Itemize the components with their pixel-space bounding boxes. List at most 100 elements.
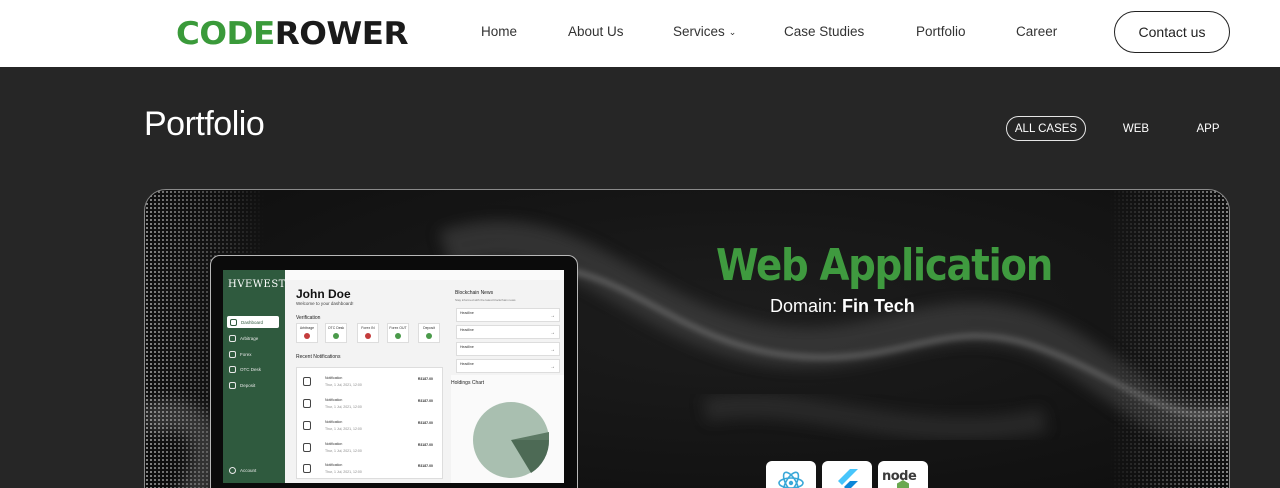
logo-part-rower: ROWER (274, 16, 409, 52)
domain-value: Fin Tech (842, 296, 915, 316)
mock-nav-label: OTC Desk (240, 367, 262, 372)
mock-brand: HVEWEST (228, 279, 286, 290)
otc-icon (229, 366, 236, 373)
mock-nav-account: Account (229, 467, 256, 474)
mock-nav-label: Arbitrage (240, 336, 259, 341)
mock-notif-title: Notification (325, 463, 343, 467)
arrow-right-icon: → (550, 330, 555, 336)
filter-web[interactable]: WEB (1116, 116, 1156, 141)
mock-user-name: John Doe (296, 287, 351, 301)
mock-verify-label: Forex OUT (389, 326, 407, 330)
mock-nav-label: Deposit (240, 383, 256, 388)
nodejs-hex-graphic (897, 480, 909, 488)
react-icon (766, 461, 816, 488)
filter-app[interactable]: APP (1190, 116, 1226, 141)
flutter-icon-graphic (838, 469, 858, 488)
mock-notification-row: Notification Thur, 1 Jul, 2021, 12:00 R318… (303, 396, 433, 414)
mock-notif-amount: R3187.00 (417, 399, 433, 403)
arrow-right-icon: → (550, 364, 555, 370)
flutter-icon (822, 461, 872, 488)
mock-nav-dashboard: Dashboard (227, 316, 279, 328)
mock-verify-card: Forex IN (357, 323, 379, 343)
mock-headline-card: Headline → (456, 342, 560, 356)
mock-notif-date: Thur, 1 Jul, 2021, 12:00 (325, 449, 362, 453)
mock-verify-card: OTC Desk (325, 323, 347, 343)
mock-notif-title: Notification (325, 398, 343, 402)
case-title: Web Application (716, 240, 1053, 291)
mock-notif-amount: R3187.00 (417, 377, 433, 381)
globe-icon (229, 351, 236, 358)
mock-nav-label: Dashboard (241, 319, 264, 325)
mock-holdings-panel: Holdings Chart (451, 375, 564, 483)
mock-notif-date: Thur, 1 Jul, 2021, 12:00 (325, 405, 362, 409)
mock-headline: Headline (460, 328, 474, 332)
mock-holdings-pie (473, 402, 550, 478)
account-icon (229, 467, 236, 474)
nodejs-icon: node (878, 461, 928, 488)
react-icon-graphic (778, 471, 804, 488)
nav-services-label: Services (673, 24, 725, 39)
mock-verify-label: OTC Desk (327, 326, 345, 330)
logo-part-code: CODE (176, 16, 275, 52)
mock-nav-forex: Forex (229, 351, 252, 358)
mock-main: John Doe Welcome to your dashboard! Veri… (285, 270, 564, 483)
mock-notification-row: Notification Thur, 1 Jul, 2021, 12:00 R318… (303, 440, 433, 458)
mock-news-panel: Blockchain News Stay informed with the l… (451, 286, 561, 374)
mock-headline-card: Headline → (456, 308, 560, 322)
cross-icon (365, 333, 371, 339)
mock-nav-otc-desk: OTC Desk (229, 366, 261, 373)
mock-verify-label: Arbitrage (299, 326, 315, 330)
mock-headline-card: Headline → (456, 325, 560, 339)
mock-headline: Headline (460, 362, 474, 366)
mock-welcome: Welcome to your dashboard! (296, 301, 354, 306)
notification-icon (303, 421, 311, 430)
mock-topbar (285, 270, 564, 280)
nav-case-studies[interactable]: Case Studies (784, 24, 864, 40)
mock-headline: Headline (460, 345, 474, 349)
mock-notif-amount: R3187.00 (417, 443, 433, 447)
notification-icon (303, 464, 311, 473)
mock-holdings-heading: Holdings Chart (451, 380, 485, 386)
mock-notif-date: Thur, 1 Jul, 2021, 12:00 (325, 383, 362, 387)
top-navbar: CODEROWER Home About Us Services ⌄ Case S… (0, 0, 1280, 67)
mock-notif-title: Notification (325, 376, 343, 380)
check-icon (426, 333, 432, 339)
arrow-right-icon: → (550, 347, 555, 353)
mock-news-heading: Blockchain News (455, 290, 494, 296)
coderower-logo[interactable]: CODEROWER (176, 16, 409, 52)
check-icon (395, 333, 401, 339)
mock-notif-amount: R3187.00 (417, 464, 433, 468)
mock-headline: Headline (460, 311, 474, 315)
arrow-right-icon: → (550, 313, 555, 319)
mock-verify-card: Arbitrage (296, 323, 318, 343)
mock-news-sub: Stay informed with the latest blockchain… (455, 298, 516, 302)
filter-all-cases[interactable]: ALL CASES (1006, 116, 1086, 141)
nav-portfolio[interactable]: Portfolio (916, 24, 966, 40)
mock-verify-card: Forex OUT (387, 323, 409, 343)
arbitrage-icon (229, 335, 236, 342)
nav-home[interactable]: Home (481, 24, 517, 40)
mock-verify-label: Deposit (423, 326, 435, 330)
domain-label: Domain: (770, 296, 838, 316)
mock-nav-deposit: Deposit (229, 382, 255, 389)
mock-verify-label: Forex IN (361, 326, 375, 330)
mock-notifications-panel: Notification Thur, 1 Jul, 2021, 12:00 R318… (296, 367, 443, 479)
dashboard-screenshot: HVEWEST Dashboard Arbitrage Forex OTC De… (223, 270, 564, 483)
mock-notification-row: Notification Thur, 1 Jul, 2021, 12:00 R318… (303, 418, 433, 436)
notification-icon (303, 443, 311, 452)
mock-notifications-heading: Recent Notifications (296, 354, 341, 360)
nav-services[interactable]: Services ⌄ (673, 24, 736, 41)
mock-nav-label: Forex (240, 352, 252, 357)
chevron-down-icon: ⌄ (728, 27, 737, 37)
mock-sidebar: HVEWEST Dashboard Arbitrage Forex OTC De… (223, 270, 285, 483)
mock-headline-card: Headline → (456, 359, 560, 373)
mock-nav-label: Account (240, 468, 257, 473)
mock-notif-amount: R3187.00 (417, 421, 433, 425)
nav-career[interactable]: Career (1016, 24, 1057, 40)
notification-icon (303, 377, 311, 386)
nav-about-us[interactable]: About Us (568, 24, 624, 40)
contact-us-button[interactable]: Contact us (1114, 11, 1230, 53)
mock-notification-row: Notification Thur, 1 Jul, 2021, 12:00 R318… (303, 461, 433, 479)
check-icon (333, 333, 339, 339)
mock-notification-row: Notification Thur, 1 Jul, 2021, 12:00 R318… (303, 374, 433, 392)
